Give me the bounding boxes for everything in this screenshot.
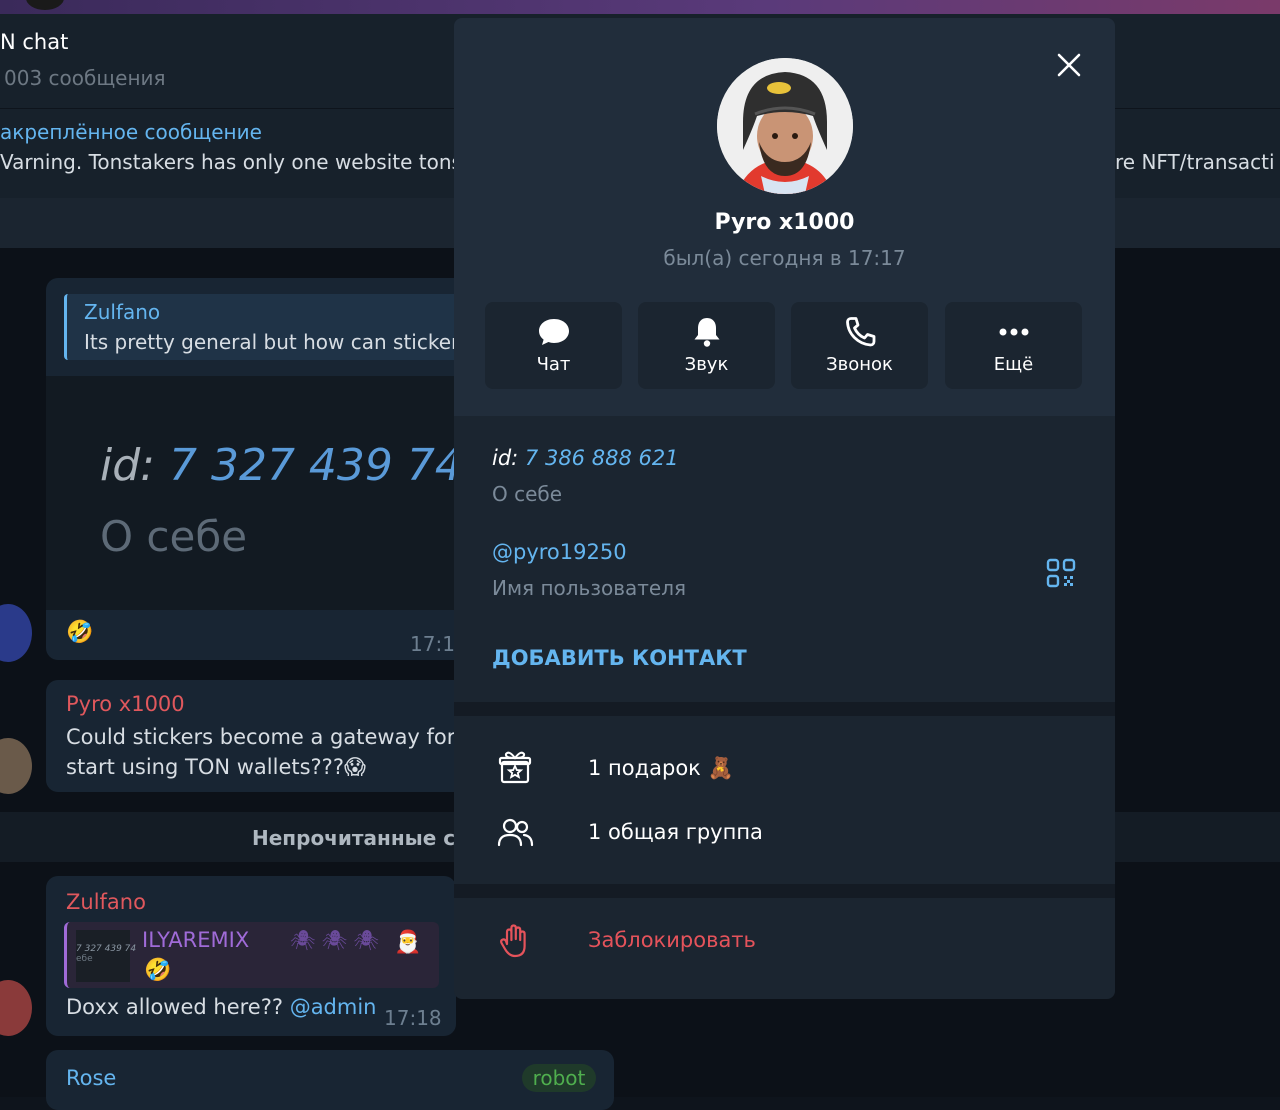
more-icon xyxy=(999,328,1028,336)
section-divider xyxy=(454,884,1115,898)
gifts-row[interactable]: 1 подарок 🧸 xyxy=(588,756,734,781)
message-text-line: Could stickers become a gateway for n xyxy=(66,725,456,749)
message-text: Doxx allowed here?? @admin xyxy=(66,995,377,1019)
message-text-line: start using TON wallets???😱 xyxy=(66,755,366,779)
reply-thumbnail-line: ебе xyxy=(76,954,93,964)
pinned-message-text: Varning. Tonstakers has only one website… xyxy=(0,150,462,174)
qr-code-button[interactable] xyxy=(1046,558,1076,588)
more-button[interactable]: Ещё xyxy=(945,302,1082,389)
phone-icon xyxy=(845,317,875,347)
chat-icon xyxy=(538,319,569,345)
username-label: Имя пользователя xyxy=(492,576,687,600)
message-text-body: Doxx allowed here?? xyxy=(66,995,290,1019)
image-id-label: id: xyxy=(100,440,169,491)
spider-pattern-icon: 🕷 🕷 🕷 xyxy=(290,928,379,952)
rofl-emoji: 🤣 xyxy=(144,958,172,983)
pinned-message-text-tail: re NFT/transacti xyxy=(1115,150,1275,174)
profile-last-seen: был(а) сегодня в 17:17 xyxy=(663,246,906,270)
rofl-emoji: 🤣 xyxy=(66,620,94,645)
unread-divider-label: Непрочитанные с xyxy=(252,826,456,850)
profile-name: Pyro x1000 xyxy=(714,210,855,235)
message-author[interactable]: Pyro x1000 xyxy=(66,692,185,716)
pinned-message-title: акреплённое сообщение xyxy=(0,120,262,144)
reply-thumbnail: 7 327 439 74 ебе xyxy=(76,930,137,982)
message-author[interactable]: Rose xyxy=(66,1066,116,1090)
group-icon xyxy=(496,814,534,852)
block-user-button[interactable]: Заблокировать xyxy=(588,928,756,952)
profile-id-number: 7 386 888 621 xyxy=(524,446,679,470)
image-id-text: id: 7 327 439 749 xyxy=(100,440,491,491)
message-time: 17:18 xyxy=(384,1006,442,1030)
section-divider xyxy=(454,702,1115,716)
mention-link[interactable]: @admin xyxy=(290,995,377,1019)
qr-code-icon xyxy=(1046,558,1076,588)
window-top-bar xyxy=(0,0,1280,14)
about-label: О себе xyxy=(492,482,563,506)
chat-message-count: 003 сообщения xyxy=(4,66,166,90)
add-contact-button[interactable]: ДОБАВИТЬ КОНТАКТ xyxy=(492,646,747,670)
more-button-label: Ещё xyxy=(993,354,1034,375)
chat-button-label: Чат xyxy=(536,354,571,375)
image-about-text: О себе xyxy=(100,512,248,561)
reply-thumbnail-line: 7 327 439 74 xyxy=(76,944,137,954)
sound-button-label: Звук xyxy=(684,354,729,375)
sound-button[interactable]: Звук xyxy=(638,302,775,389)
bell-icon xyxy=(694,318,719,347)
profile-username[interactable]: @pyro19250 xyxy=(492,540,627,564)
chat-button[interactable]: Чат xyxy=(485,302,622,389)
sticker-icon: 🎅 xyxy=(394,930,422,955)
close-icon xyxy=(1057,53,1081,77)
close-button[interactable] xyxy=(1052,48,1086,82)
call-button[interactable]: Звонок xyxy=(791,302,928,389)
reply-quote-author: ILYAREMIX xyxy=(142,928,250,952)
gift-icon xyxy=(496,748,534,786)
profile-id[interactable]: id: 7 386 888 621 xyxy=(492,446,679,470)
profile-avatar[interactable] xyxy=(717,58,853,194)
message-time: 17:1 xyxy=(410,632,455,656)
bot-badge: robot xyxy=(522,1064,596,1092)
chat-title: N chat xyxy=(0,30,69,54)
user-profile-dialog: Pyro x1000 был(а) сегодня в 17:17 Чат Зв… xyxy=(454,18,1115,999)
reply-quote-text: Its pretty general but how can sticker xyxy=(84,330,454,354)
call-button-label: Звонок xyxy=(826,354,893,375)
message-image[interactable] xyxy=(46,376,476,610)
message-author[interactable]: Zulfano xyxy=(66,890,146,914)
message-text: Could stickers become a gateway for n st… xyxy=(66,722,456,782)
block-hand-icon xyxy=(496,922,534,960)
image-id-number: 7 327 439 749 xyxy=(168,440,491,491)
profile-id-label: id: xyxy=(492,446,525,470)
reply-quote-author: Zulfano xyxy=(84,300,161,324)
common-groups-row[interactable]: 1 общая группа xyxy=(588,820,763,844)
